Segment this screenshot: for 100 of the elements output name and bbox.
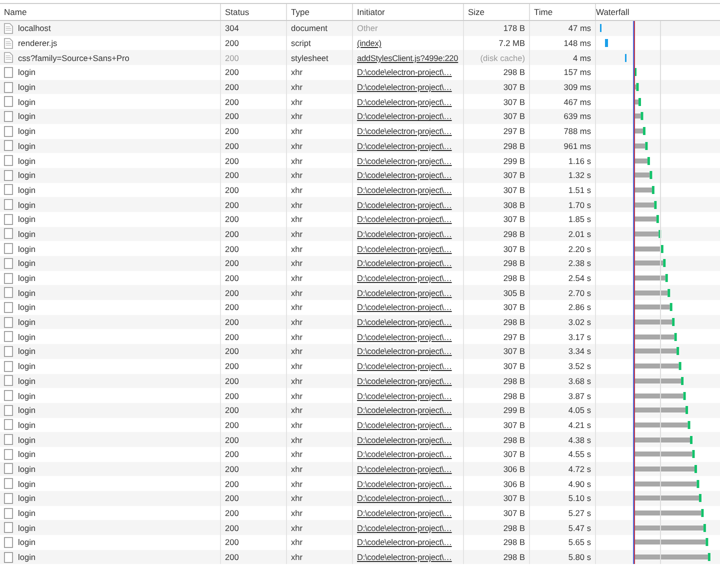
initiator-link[interactable]: D:\code\electron-project\…	[357, 96, 452, 107]
request-name[interactable]: localhost	[18, 23, 51, 34]
initiator-link[interactable]: D:\code\electron-project\…	[357, 508, 452, 518]
timing-bar	[634, 332, 677, 341]
request-name[interactable]: login	[18, 449, 36, 460]
request-name[interactable]: login	[18, 67, 36, 78]
initiator-link[interactable]: D:\code\electron-project\…	[357, 126, 452, 136]
initiator-link[interactable]: D:\code\electron-project\…	[357, 449, 452, 460]
request-name[interactable]: login	[18, 508, 36, 518]
request-name[interactable]: login	[18, 258, 36, 268]
request-name[interactable]: login	[18, 464, 36, 474]
initiator-link[interactable]: D:\code\electron-project\…	[357, 184, 452, 195]
request-name[interactable]: login	[18, 96, 36, 107]
request-name[interactable]: login	[18, 126, 36, 136]
initiator-link[interactable]: D:\code\electron-project\…	[357, 434, 452, 445]
initiator-link[interactable]: D:\code\electron-project\…	[357, 361, 452, 372]
timing-bar	[634, 376, 684, 385]
timing-bar	[634, 480, 700, 488]
initiator-link[interactable]: D:\code\electron-project\…	[357, 170, 452, 180]
request-name[interactable]: login	[18, 214, 36, 224]
request-name[interactable]: login	[18, 244, 36, 254]
initiator-link[interactable]: D:\code\electron-project\…	[357, 111, 452, 122]
initiator-link[interactable]: D:\code\electron-project\…	[357, 214, 452, 224]
column-header[interactable]: Time	[530, 4, 596, 20]
request-name[interactable]: login	[18, 434, 36, 445]
request-name[interactable]: login	[18, 376, 36, 386]
initiator-link[interactable]: D:\code\electron-project\…	[357, 405, 452, 416]
request-name[interactable]: login	[18, 200, 36, 210]
timing-bar	[634, 142, 648, 150]
initiator-link[interactable]: D:\code\electron-project\…	[357, 140, 452, 151]
request-name[interactable]: login	[18, 156, 36, 166]
request-name[interactable]: login	[18, 552, 36, 562]
timing-bar	[634, 186, 654, 194]
column-header[interactable]: Waterfall	[596, 4, 720, 20]
initiator-link[interactable]: D:\code\electron-project\…	[357, 522, 452, 533]
request-name[interactable]: login	[18, 140, 36, 151]
request-name[interactable]: login	[18, 332, 36, 342]
request-name[interactable]: login	[18, 405, 36, 416]
request-name[interactable]: login	[18, 522, 36, 533]
initiator-link[interactable]: D:\code\electron-project\…	[357, 258, 452, 268]
initiator-link[interactable]: D:\code\electron-project\…	[357, 200, 452, 210]
column-header[interactable]: Type	[287, 4, 353, 20]
timing-bar	[634, 215, 659, 224]
request-name[interactable]: login	[18, 346, 36, 356]
initiator-link[interactable]: D:\code\electron-project\…	[357, 244, 452, 254]
initiator-link[interactable]: D:\code\electron-project\…	[357, 228, 452, 239]
timing-bar	[634, 524, 706, 532]
timing-bar	[634, 112, 644, 120]
timing-bar	[634, 83, 639, 92]
initiator-link[interactable]: D:\code\electron-project\…	[357, 317, 452, 328]
timing-bar	[634, 406, 688, 414]
request-name[interactable]: renderer.js	[18, 38, 58, 48]
initiator-link[interactable]: D:\code\electron-project\…	[357, 478, 452, 489]
initiator-link[interactable]: D:\code\electron-project\…	[357, 420, 452, 430]
request-name[interactable]: login	[18, 537, 36, 548]
initiator-link[interactable]: D:\code\electron-project\…	[357, 273, 452, 284]
initiator-link[interactable]: D:\code\electron-project\…	[357, 464, 452, 474]
column-header[interactable]: Status	[221, 4, 287, 20]
request-name[interactable]: login	[18, 390, 36, 401]
request-name[interactable]: login	[18, 82, 36, 92]
request-name[interactable]: login	[18, 170, 36, 180]
request-name[interactable]: login	[18, 420, 36, 430]
timing-bar	[634, 303, 672, 312]
request-name[interactable]: login	[18, 317, 36, 328]
initiator-link[interactable]: (index)	[357, 38, 382, 48]
timing-bar	[634, 244, 664, 253]
size-cell: 298 B	[464, 550, 530, 564]
initiator-link[interactable]: D:\code\electron-project\…	[357, 346, 452, 356]
request-name[interactable]: login	[18, 361, 36, 372]
request-name[interactable]: login	[18, 288, 36, 298]
initiator-link[interactable]: addStylesClient.js?499e:220	[357, 52, 458, 63]
request-name[interactable]: login	[18, 184, 36, 195]
status-cell: 200	[221, 550, 287, 564]
initiator-link[interactable]: D:\code\electron-project\…	[357, 67, 452, 78]
initiator-link[interactable]: D:\code\electron-project\…	[357, 376, 452, 386]
initiator-link[interactable]: D:\code\electron-project\…	[357, 332, 452, 342]
initiator-link[interactable]: D:\code\electron-project\…	[357, 390, 452, 401]
initiator-link[interactable]: D:\code\electron-project\…	[357, 493, 452, 504]
initiator-link[interactable]: D:\code\electron-project\…	[357, 288, 452, 298]
column-header[interactable]: Name	[0, 4, 221, 20]
timing-bar	[634, 259, 666, 268]
column-header[interactable]: Initiator	[353, 4, 464, 20]
initiator-link[interactable]: D:\code\electron-project\…	[357, 82, 452, 92]
column-header[interactable]: Size	[464, 4, 530, 20]
initiator-link[interactable]: D:\code\electron-project\…	[357, 156, 452, 166]
request-name[interactable]: login	[18, 111, 36, 122]
timing-bar	[634, 98, 641, 106]
initiator-link[interactable]: D:\code\electron-project\…	[357, 302, 452, 312]
timing-bar	[634, 420, 690, 429]
timing-bar	[634, 288, 670, 297]
request-name[interactable]: login	[18, 478, 36, 489]
request-name[interactable]: login	[18, 273, 36, 284]
request-name[interactable]: login	[18, 228, 36, 239]
initiator-link[interactable]: D:\code\electron-project\…	[357, 552, 452, 562]
request-name[interactable]: login	[18, 302, 36, 312]
timing-bar	[634, 347, 680, 356]
request-name[interactable]: css?family=Source+Sans+Pro	[18, 52, 130, 63]
timing-bar	[634, 171, 652, 180]
request-name[interactable]: login	[18, 493, 36, 504]
initiator-link[interactable]: D:\code\electron-project\…	[357, 537, 452, 548]
